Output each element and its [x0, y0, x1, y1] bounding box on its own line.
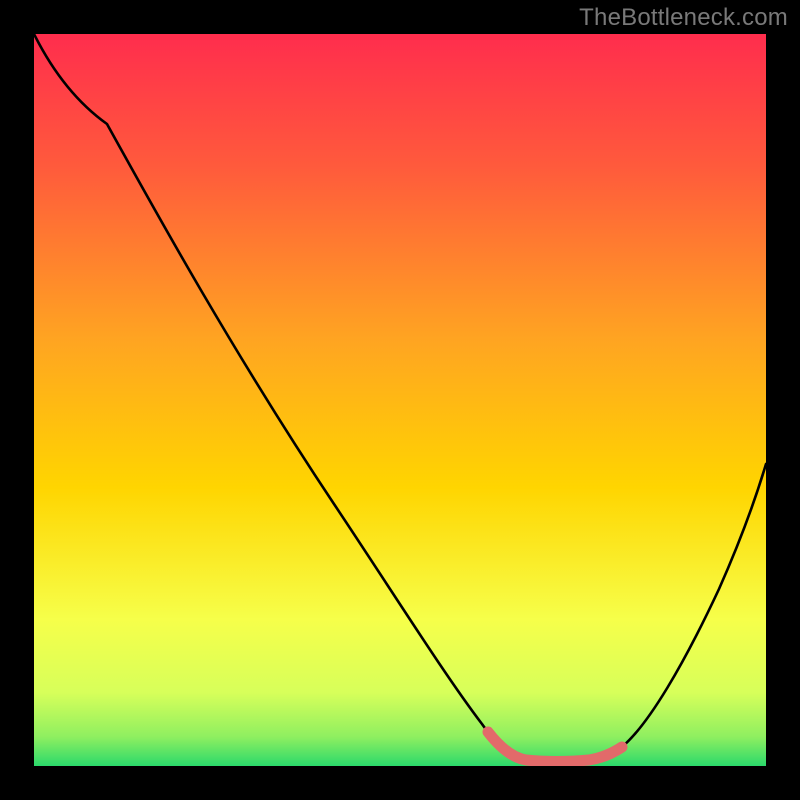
chart-plot-area	[34, 34, 766, 766]
gradient-background	[34, 34, 766, 766]
chart-frame: TheBottleneck.com	[0, 0, 800, 800]
chart-svg	[34, 34, 766, 766]
watermark-text: TheBottleneck.com	[579, 4, 788, 32]
